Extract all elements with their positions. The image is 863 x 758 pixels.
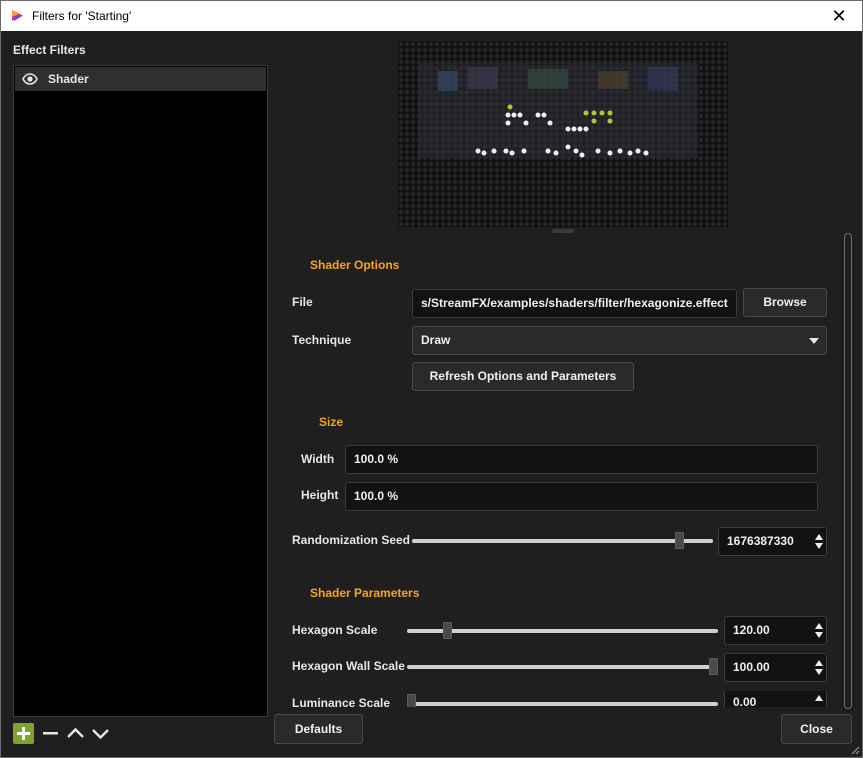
minus-icon[interactable] — [40, 723, 61, 744]
luminance-scale-slider-handle[interactable] — [407, 694, 416, 707]
seed-spinbox[interactable]: 1676387330 — [718, 527, 827, 556]
shader-parameters-heading: Shader Parameters — [310, 586, 420, 600]
width-field[interactable]: 100.0 % — [345, 445, 818, 474]
window-close-button[interactable]: ✕ — [816, 1, 862, 32]
plus-icon[interactable] — [13, 723, 34, 744]
size-heading: Size — [319, 415, 344, 429]
spin-up-icon[interactable] — [815, 534, 823, 540]
defaults-button[interactable]: Defaults — [274, 714, 363, 744]
seed-label: Randomization Seed — [292, 533, 411, 547]
seed-slider-track[interactable] — [412, 539, 713, 543]
filter-preview — [398, 41, 728, 227]
properties-scrollbar[interactable] — [844, 233, 852, 709]
hexagon-scale-slider-handle[interactable] — [443, 622, 453, 639]
chevron-down-icon[interactable] — [90, 723, 111, 744]
chevron-down-icon — [809, 338, 819, 344]
filter-name: Shader — [48, 72, 89, 86]
technique-label: Technique — [292, 333, 352, 347]
height-field[interactable]: 100.0 % — [345, 482, 818, 511]
shader-options-heading: Shader Options — [310, 258, 400, 272]
close-button[interactable]: Close — [781, 714, 852, 744]
obs-app-icon — [10, 8, 25, 23]
file-path-field[interactable]: s/StreamFX/examples/shaders/filter/hexag… — [412, 289, 737, 318]
luminance-scale-label: Luminance Scale — [292, 696, 391, 707]
hexagon-scale-label: Hexagon Scale — [292, 623, 378, 637]
luminance-scale-slider-track[interactable] — [407, 702, 718, 706]
eye-icon[interactable] — [22, 73, 38, 85]
dialog-client: Effect Filters Shader Shader Options Fil… — [0, 31, 863, 758]
hexagon-wall-scale-spinbox[interactable]: 100.00 — [724, 653, 827, 682]
filter-item-shader[interactable]: Shader — [15, 67, 266, 91]
refresh-options-button[interactable]: Refresh Options and Parameters — [412, 362, 634, 391]
file-label: File — [292, 295, 313, 309]
resize-grip-icon[interactable] — [850, 745, 860, 755]
effect-filters-list[interactable]: Shader — [13, 65, 268, 717]
spin-up-icon[interactable] — [815, 695, 823, 701]
height-label: Height — [301, 488, 339, 502]
preview-image — [398, 41, 728, 227]
preview-resize-handle[interactable] — [552, 229, 574, 233]
spin-up-icon[interactable] — [815, 660, 823, 666]
spin-up-icon[interactable] — [815, 623, 823, 629]
effect-filters-heading: Effect Filters — [13, 43, 86, 57]
hexagon-wall-scale-label: Hexagon Wall Scale — [292, 659, 405, 673]
technique-select[interactable]: Draw — [412, 326, 827, 355]
hexagon-scale-spinbox[interactable]: 120.00 — [724, 616, 827, 645]
chevron-up-icon[interactable] — [65, 723, 86, 744]
luminance-scale-value: 0.00 — [733, 695, 757, 707]
title-bar: Filters for 'Starting' ✕ — [0, 0, 863, 31]
width-label: Width — [301, 452, 335, 466]
window-title: Filters for 'Starting' — [32, 9, 132, 23]
hexagon-scale-value: 120.00 — [733, 623, 770, 637]
hexagon-wall-scale-slider-handle[interactable] — [709, 658, 718, 675]
browse-button[interactable]: Browse — [743, 288, 827, 317]
spin-down-icon[interactable] — [815, 669, 823, 675]
hexagon-wall-scale-slider-track[interactable] — [407, 665, 718, 669]
hexagon-wall-scale-value: 100.00 — [733, 660, 770, 674]
seed-value: 1676387330 — [727, 534, 794, 548]
spin-down-icon[interactable] — [815, 632, 823, 638]
seed-slider-handle[interactable] — [674, 532, 684, 549]
scroll-clip: Luminance Scale 0.00 — [269, 691, 844, 707]
hexagon-scale-slider-track[interactable] — [407, 629, 718, 633]
technique-value: Draw — [421, 333, 451, 347]
luminance-scale-spinbox[interactable]: 0.00 — [724, 691, 827, 707]
spin-down-icon[interactable] — [815, 543, 823, 549]
